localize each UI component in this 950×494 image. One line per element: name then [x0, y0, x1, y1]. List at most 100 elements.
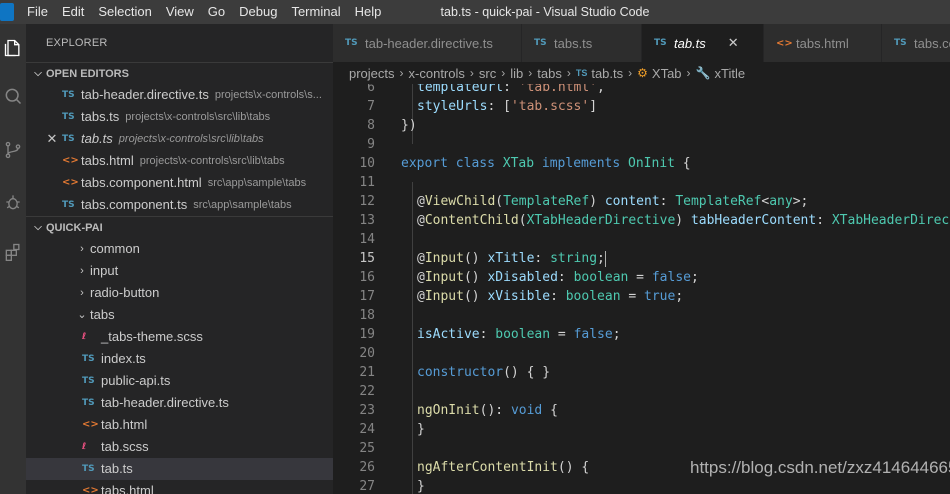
- breadcrumb-item[interactable]: projects: [349, 66, 395, 81]
- typescript-file-icon: TS: [82, 398, 95, 408]
- file-item[interactable]: ℓ _tabs-theme.scss: [26, 326, 333, 348]
- chevron-right-icon: ›: [686, 66, 691, 80]
- code-line: 7 styleUrls: ['tab.scss']: [367, 99, 598, 114]
- code-line: 25: [359, 441, 375, 456]
- breadcrumb-item[interactable]: x-controls: [409, 66, 465, 81]
- close-icon[interactable]: ✕: [42, 128, 62, 150]
- debug-icon[interactable]: [0, 184, 26, 220]
- tab-tabs-html[interactable]: <> tabs.html: [764, 24, 882, 62]
- project-label: QUICK-PAI: [46, 221, 103, 234]
- extensions-icon[interactable]: [0, 234, 26, 270]
- code-line: 14: [359, 232, 375, 247]
- file-item[interactable]: TS index.ts: [26, 348, 333, 370]
- file-name: tab.ts: [101, 461, 133, 476]
- menu-go[interactable]: Go: [201, 0, 232, 24]
- open-editor-item-active[interactable]: ✕ TS tab.ts projects\x-controls\src\lib\…: [26, 128, 333, 150]
- file-name: _tabs-theme.scss: [101, 329, 203, 344]
- breadcrumb-item[interactable]: src: [479, 66, 496, 81]
- folder-name: tabs: [90, 307, 115, 322]
- search-icon[interactable]: [0, 78, 26, 114]
- open-editor-name: tab-header.directive.ts: [81, 87, 209, 102]
- typescript-file-icon: TS: [62, 90, 75, 100]
- typescript-file-icon: TS: [894, 38, 907, 48]
- chevron-right-icon: ›: [80, 243, 84, 255]
- typescript-file-icon: TS: [82, 354, 95, 364]
- open-editors-header[interactable]: ⌵ OPEN EDITORS: [26, 62, 333, 84]
- open-editor-path: projects\x-controls\src\lib\tabs: [139, 155, 285, 167]
- typescript-file-icon: TS: [82, 464, 95, 474]
- typescript-file-icon: TS: [82, 376, 95, 386]
- code-line: 8}): [367, 118, 417, 133]
- breadcrumb-file[interactable]: tab.ts: [591, 66, 623, 81]
- explorer-icon[interactable]: [0, 30, 26, 66]
- menu-view[interactable]: View: [159, 0, 201, 24]
- chevron-right-icon: ›: [566, 66, 571, 80]
- file-name: public-api.ts: [101, 373, 171, 388]
- tab-label: tab.ts: [674, 35, 706, 51]
- file-item[interactable]: TS tab-header.directive.ts: [26, 392, 333, 414]
- file-item[interactable]: TS public-api.ts: [26, 370, 333, 392]
- breadcrumb-item[interactable]: tabs: [537, 66, 562, 81]
- open-editor-item[interactable]: TS tab-header.directive.ts projects\x-co…: [26, 84, 333, 106]
- open-editor-item[interactable]: TS tabs.component.ts src\app\sample\tabs: [26, 194, 333, 216]
- chevron-right-icon: ›: [528, 66, 533, 80]
- chevron-right-icon: ›: [469, 66, 474, 80]
- menu-bar: File Edit Selection View Go Debug Termin…: [20, 0, 388, 24]
- open-editor-item[interactable]: <> tabs.html projects\x-controls\src\lib…: [26, 150, 333, 172]
- code-line: 13 @ContentChild(XTabHeaderDirective) tab…: [359, 213, 950, 228]
- typescript-file-icon: TS: [345, 38, 358, 48]
- sidebar-title: EXPLORER: [46, 37, 108, 49]
- menu-file[interactable]: File: [20, 0, 55, 24]
- typescript-file-icon: TS: [62, 134, 75, 144]
- menu-debug[interactable]: Debug: [232, 0, 284, 24]
- file-name: tab-header.directive.ts: [101, 395, 229, 410]
- chevron-down-icon: ⌵: [34, 221, 42, 233]
- code-line: 18: [359, 308, 375, 323]
- breadcrumb-class[interactable]: XTab: [652, 66, 682, 81]
- file-item-selected[interactable]: TS tab.ts: [26, 458, 333, 480]
- breadcrumb-item[interactable]: lib: [510, 66, 523, 81]
- tab-tab-ts-active[interactable]: TS tab.ts ✕: [642, 24, 764, 62]
- code-line: 12 @ViewChild(TemplateRef) content: Templ…: [359, 194, 809, 209]
- menu-edit[interactable]: Edit: [55, 0, 91, 24]
- menu-terminal[interactable]: Terminal: [284, 0, 347, 24]
- typescript-file-icon: TS: [62, 200, 75, 210]
- vscode-logo-icon: [0, 3, 14, 21]
- open-editor-item[interactable]: TS tabs.ts projects\x-controls\src\lib\t…: [26, 106, 333, 128]
- html-file-icon: <>: [82, 485, 99, 494]
- breadcrumb: projects › x-controls › src › lib › tabs…: [333, 62, 950, 84]
- project-header[interactable]: ⌵ QUICK-PAI: [26, 216, 333, 238]
- source-control-icon[interactable]: [0, 132, 26, 168]
- tab-tabs-ts[interactable]: TS tabs.ts: [522, 24, 642, 62]
- open-editor-item[interactable]: <> tabs.component.html src\app\sample\ta…: [26, 172, 333, 194]
- breadcrumb-property[interactable]: xTitle: [715, 66, 746, 81]
- folder-item[interactable]: › common: [26, 238, 333, 260]
- chevron-right-icon: ›: [80, 265, 84, 277]
- close-icon[interactable]: ✕: [728, 35, 739, 51]
- open-editors-label: OPEN EDITORS: [46, 67, 129, 80]
- code-line-current: 15 @Input() xTitle: string;: [359, 250, 606, 267]
- tab-tabs-component[interactable]: TS tabs.co: [882, 24, 950, 62]
- menu-help[interactable]: Help: [348, 0, 389, 24]
- file-item[interactable]: ℓ tab.scss: [26, 436, 333, 458]
- code-line: 22: [359, 384, 375, 399]
- html-file-icon: <>: [62, 177, 79, 188]
- code-line: 16 @Input() xDisabled: boolean = false;: [359, 270, 699, 285]
- code-line: 17 @Input() xVisible: boolean = true;: [359, 289, 684, 304]
- folder-item[interactable]: › radio-button: [26, 282, 333, 304]
- watermark: https://blog.csdn.net/zxz414644665: [690, 458, 950, 477]
- code-editor[interactable]: 6 templateUrl: 'tab.html', 7 styleUrls: ['…: [333, 84, 950, 494]
- activity-bar: [0, 24, 26, 494]
- folder-item-expanded[interactable]: ⌄ tabs: [26, 304, 333, 326]
- tab-label: tabs.html: [796, 35, 849, 51]
- file-item[interactable]: <> tab.html: [26, 414, 333, 436]
- html-file-icon: <>: [62, 155, 79, 166]
- file-item[interactable]: <> tabs.html: [26, 480, 333, 494]
- folder-item[interactable]: › input: [26, 260, 333, 282]
- open-editor-path: projects\x-controls\src\lib\tabs: [125, 111, 271, 123]
- menu-selection[interactable]: Selection: [91, 0, 158, 24]
- code-line: 21 constructor() { }: [359, 365, 551, 380]
- html-file-icon: <>: [82, 419, 99, 430]
- editor-tab-bar: TS tab-header.directive.ts TS tabs.ts TS…: [333, 24, 950, 62]
- tab-tab-header-directive[interactable]: TS tab-header.directive.ts: [333, 24, 522, 62]
